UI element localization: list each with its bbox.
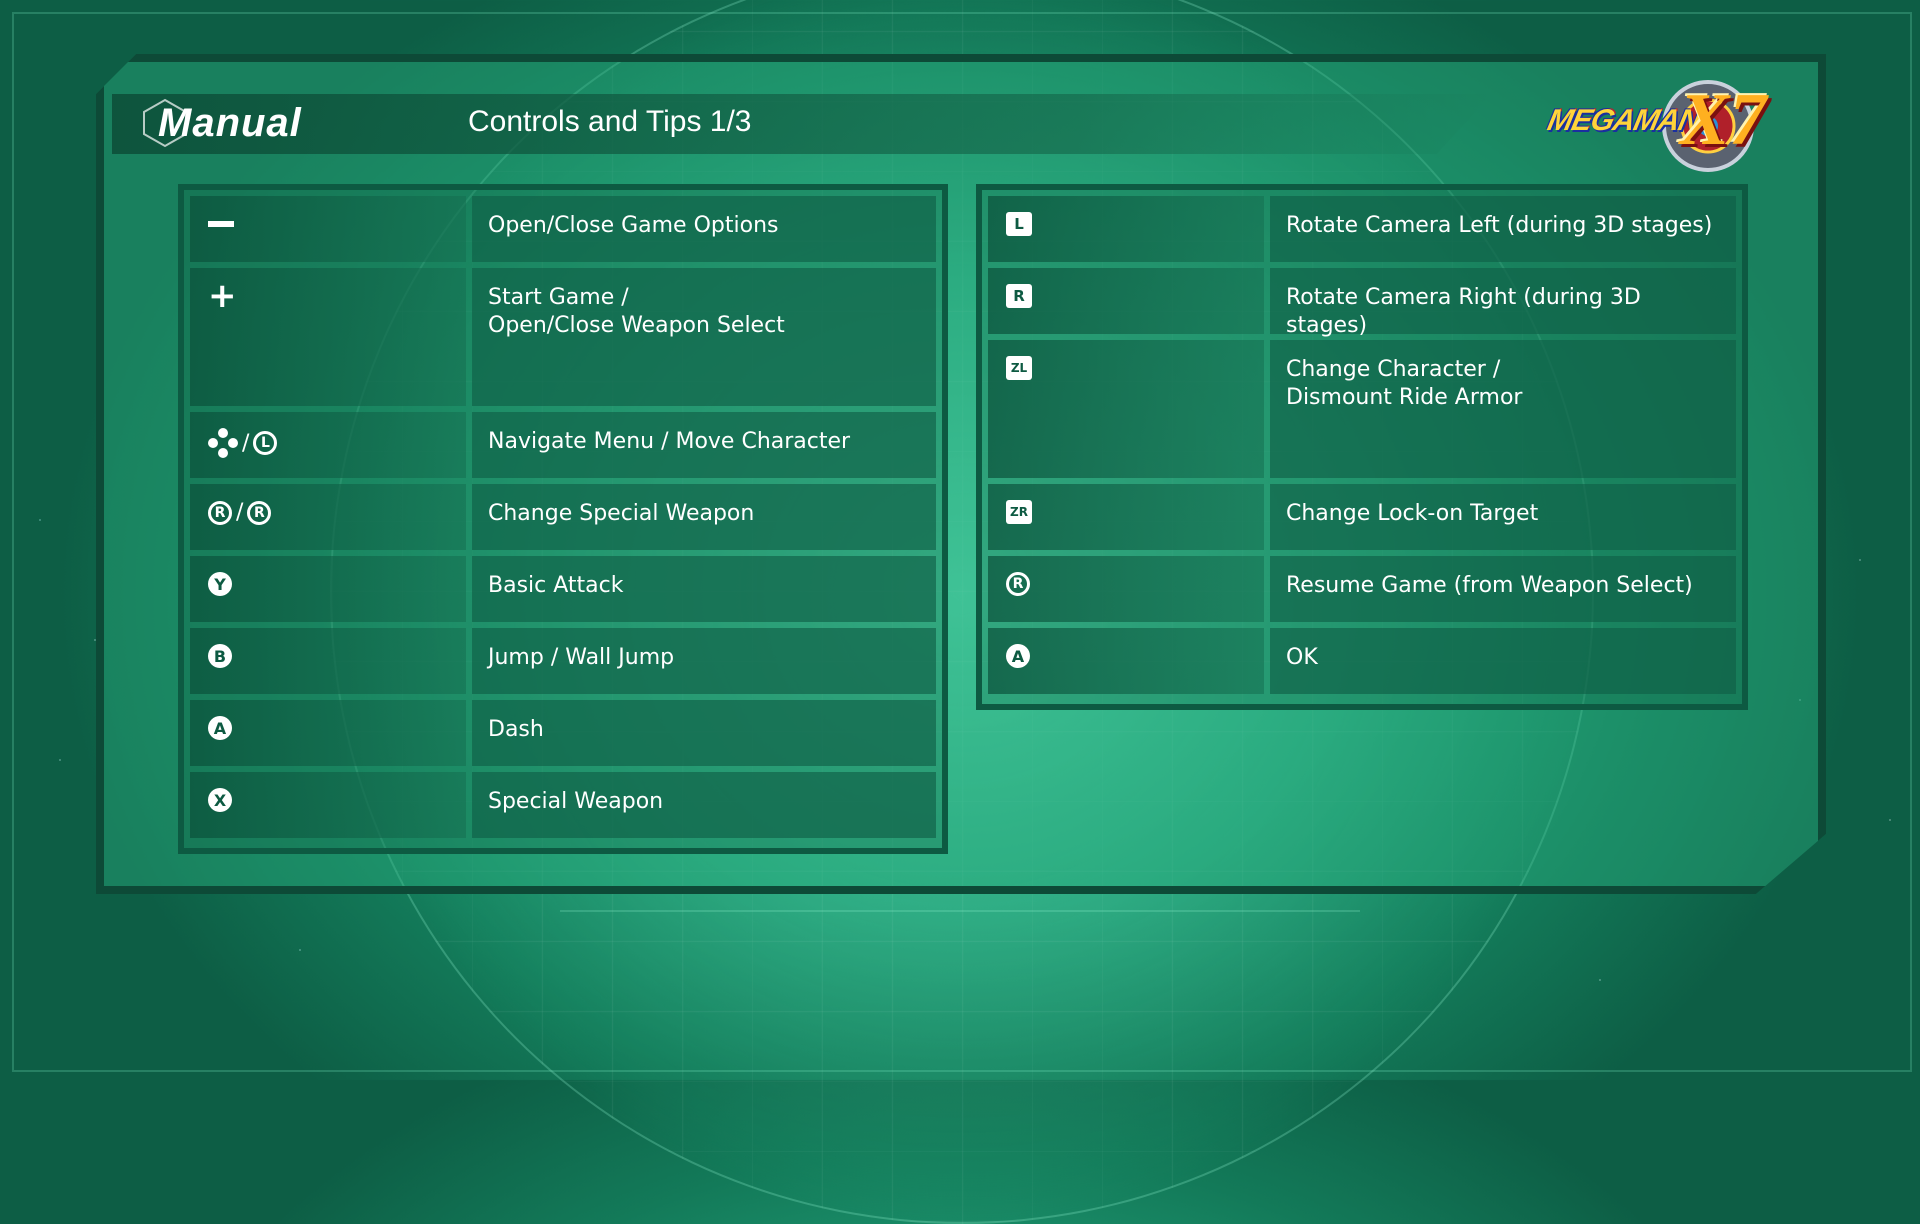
control-key-cell: B (190, 628, 466, 694)
control-description: Change Special Weapon (472, 484, 936, 550)
control-row: / L Navigate Menu / Move Character (190, 412, 936, 478)
control-row: L Rotate Camera Left (during 3D stages) (988, 196, 1736, 262)
control-row: A OK (988, 628, 1736, 694)
control-row: R Resume Game (from Weapon Select) (988, 556, 1736, 622)
y-button-icon: Y (208, 572, 232, 596)
control-key-cell: ZL (988, 340, 1264, 478)
dpad-icon (208, 428, 238, 458)
control-key-cell: R (988, 268, 1264, 334)
control-row: ZR Change Lock-on Target (988, 484, 1736, 550)
control-description: Resume Game (from Weapon Select) (1270, 556, 1736, 622)
a-button-icon: A (1006, 644, 1030, 668)
controls-table-left: Open/Close Game Options + Start Game / O… (178, 184, 948, 854)
right-stick-left-icon: R (208, 500, 232, 525)
separator: / (242, 430, 250, 456)
control-row: ZL Change Character / Dismount Ride Armo… (988, 340, 1736, 478)
a-button-icon: A (208, 716, 232, 740)
control-row: X Special Weapon (190, 772, 936, 838)
page-title: Controls and Tips 1/3 (468, 105, 752, 138)
control-description: Rotate Camera Right (during 3D stages) (1270, 268, 1736, 338)
plus-icon: + (208, 276, 237, 316)
control-row: + Start Game / Open/Close Weapon Select (190, 268, 936, 406)
left-stick-icon: L (253, 431, 278, 455)
zl-button-icon: ZL (1006, 356, 1032, 380)
control-key-cell: Y (190, 556, 466, 622)
control-description: Rotate Camera Left (during 3D stages) (1270, 196, 1736, 262)
control-row: B Jump / Wall Jump (190, 628, 936, 694)
x-button-icon: X (208, 788, 232, 812)
control-row: R Rotate Camera Right (during 3D stages) (988, 268, 1736, 338)
hexagon-icon (143, 98, 187, 148)
control-description: Open/Close Game Options (472, 196, 936, 262)
control-description: Jump / Wall Jump (472, 628, 936, 694)
control-key-cell: X (190, 772, 466, 838)
control-key-cell: ZR (988, 484, 1264, 550)
control-description: Dash (472, 700, 936, 766)
control-row: A Dash (190, 700, 936, 766)
logo-number: X7 (1680, 79, 1767, 161)
control-key-cell: + (190, 268, 466, 406)
l-button-icon: L (1006, 212, 1032, 236)
control-key-cell: R (988, 556, 1264, 622)
control-description: Special Weapon (472, 772, 936, 838)
control-row: Y Basic Attack (190, 556, 936, 622)
control-key-cell (190, 196, 466, 262)
control-description: Basic Attack (472, 556, 936, 622)
control-description: Start Game / Open/Close Weapon Select (472, 268, 936, 406)
control-key-cell: L (988, 196, 1264, 262)
zr-button-icon: ZR (1006, 500, 1032, 524)
control-row: Open/Close Game Options (190, 196, 936, 262)
control-description: Change Lock-on Target (1270, 484, 1736, 550)
b-button-icon: B (208, 644, 232, 668)
control-key-cell: A (190, 700, 466, 766)
control-key-cell: / L (190, 412, 466, 478)
header-bar (112, 94, 1492, 154)
right-stick-press-icon: R (1006, 572, 1030, 596)
control-key-cell: A (988, 628, 1264, 694)
right-stick-right-icon: R (247, 500, 272, 525)
control-description: OK (1270, 628, 1736, 694)
separator: / (236, 500, 244, 525)
decorative-line (560, 910, 1360, 912)
control-row: R / R Change Special Weapon (190, 484, 936, 550)
control-description: Change Character / Dismount Ride Armor (1270, 340, 1736, 478)
control-description: Navigate Menu / Move Character (472, 412, 936, 478)
r-button-icon: R (1006, 284, 1032, 308)
minus-icon (208, 221, 234, 227)
manual-title: Manual (142, 98, 302, 148)
controls-table-right: L Rotate Camera Left (during 3D stages) … (976, 184, 1748, 710)
control-key-cell: R / R (190, 484, 466, 550)
